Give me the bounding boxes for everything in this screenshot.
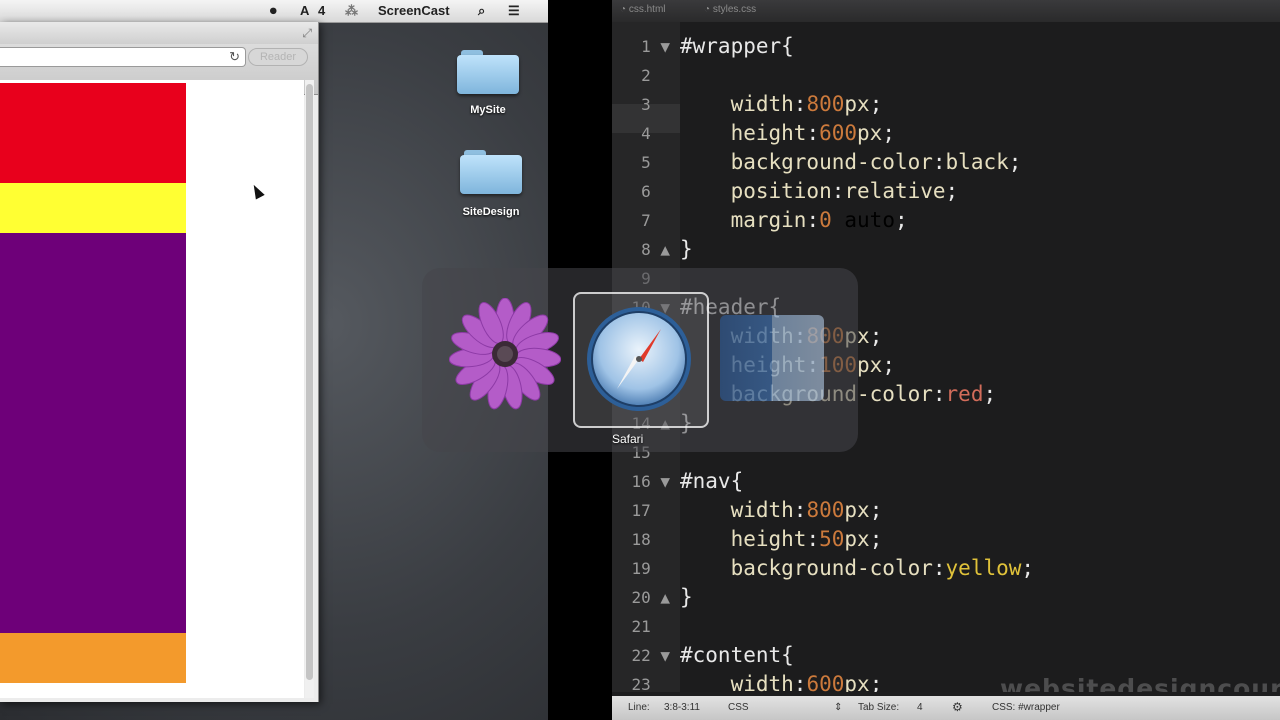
menubar-badge-count: 4 (318, 3, 326, 18)
line-number: 1 ▼ (641, 37, 670, 56)
line-number: 16 ▼ (631, 472, 670, 491)
finder-icon[interactable] (720, 315, 824, 401)
vertical-scrollbar[interactable] (305, 80, 314, 698)
page-header-block (0, 83, 186, 183)
status-symbol[interactable]: CSS: #wrapper (992, 702, 1060, 713)
line-number: 6 (641, 182, 670, 201)
code-line[interactable]: height:600px; (680, 119, 895, 148)
reader-button[interactable]: Reader (248, 48, 308, 66)
folder-label: SiteDesign (462, 206, 520, 218)
line-number: 21 (631, 617, 670, 636)
status-bar: Line: 3:8-3:11 CSS ⇕ Tab Size: 4 ⚙ CSS: … (612, 696, 1280, 720)
line-number: 19 (631, 559, 670, 578)
status-language[interactable]: CSS (728, 702, 749, 713)
status-tab-size-value[interactable]: 4 (917, 702, 923, 713)
grid-icon[interactable]: ⁂ (345, 3, 358, 19)
line-number: 8 ▲ (641, 240, 670, 259)
code-line[interactable]: height:50px; (680, 525, 883, 554)
line-number: 7 (641, 211, 670, 230)
safari-icon[interactable] (585, 305, 693, 413)
daisy-app-icon[interactable] (449, 298, 561, 410)
spotlight-search-icon[interactable]: ⌕ (478, 3, 485, 19)
folder-icon (460, 150, 522, 194)
address-bar[interactable]: ↻ (0, 47, 246, 67)
page-footer-block (0, 633, 186, 683)
line-number: 4 (641, 124, 670, 143)
browser-window: ⤢ ↻ Reader (0, 22, 319, 702)
code-line[interactable]: } (680, 583, 693, 612)
browser-viewport (0, 80, 304, 698)
menu-bar: ⏺ A 4 ⁂ ScreenCast ⌕ ☰ (0, 0, 548, 23)
line-number: 20 ▲ (631, 588, 670, 607)
tab-label: styles.css (712, 4, 757, 15)
code-line[interactable]: #wrapper{ (680, 32, 794, 61)
screen-record-icon[interactable]: ⏺ (270, 3, 277, 19)
code-line[interactable]: position:relative; (680, 177, 959, 206)
line-number: 17 (631, 501, 670, 520)
notification-list-icon[interactable]: ☰ (508, 3, 520, 19)
app-switcher-selected-label: Safari (612, 432, 644, 446)
code-line[interactable]: #content{ (680, 641, 794, 670)
mouse-cursor (249, 182, 265, 200)
code-line[interactable]: width:800px; (680, 496, 883, 525)
code-line[interactable]: background-color:yellow; (680, 554, 1034, 583)
code-line[interactable]: width:600px; (680, 670, 883, 692)
code-line[interactable]: width:800px; (680, 90, 883, 119)
watermark: websitedesigncourse.net (1000, 674, 1280, 692)
page-content-block (0, 233, 186, 633)
reload-icon[interactable]: ↻ (229, 49, 240, 65)
folder-icon (457, 50, 519, 94)
status-line-value: 3:8-3:11 (664, 702, 700, 713)
code-line[interactable]: } (680, 235, 693, 264)
scrollbar-thumb[interactable] (306, 84, 313, 680)
code-line[interactable]: margin:0 auto; (680, 206, 908, 235)
page-nav-block (0, 183, 186, 233)
tab-css-html[interactable]: ◔ css.html (620, 4, 666, 20)
folder-label: MySite (470, 104, 506, 116)
status-tab-size-label[interactable]: Tab Size: (858, 702, 899, 713)
code-line[interactable]: #nav{ (680, 467, 743, 496)
tab-label: css.html (628, 4, 666, 15)
line-number: 2 (641, 66, 670, 85)
line-number: 23 (631, 675, 670, 694)
chevron-updown-icon[interactable]: ⇕ (834, 702, 842, 713)
tab-styles-css[interactable]: ◔ styles.css (704, 4, 756, 20)
editor-tab-bar: ◔ css.html ◔ styles.css (612, 0, 1280, 22)
fullscreen-icon[interactable]: ⤢ (302, 26, 312, 41)
line-number: 18 (631, 530, 670, 549)
line-number: 5 (641, 153, 670, 172)
code-line[interactable]: background-color:black; (680, 148, 1022, 177)
folder-sitedesign[interactable]: SiteDesign (451, 150, 531, 218)
gear-icon[interactable]: ⚙ (952, 700, 963, 714)
line-number: 22 ▼ (631, 646, 670, 665)
folder-mysite[interactable]: MySite (448, 50, 528, 116)
browser-titlebar: ⤢ (0, 22, 318, 44)
screencast-menu[interactable]: ScreenCast (378, 3, 450, 18)
line-number: 3 (641, 95, 670, 114)
adobe-icon[interactable]: A (300, 3, 309, 18)
status-line-label: Line: (628, 702, 650, 713)
